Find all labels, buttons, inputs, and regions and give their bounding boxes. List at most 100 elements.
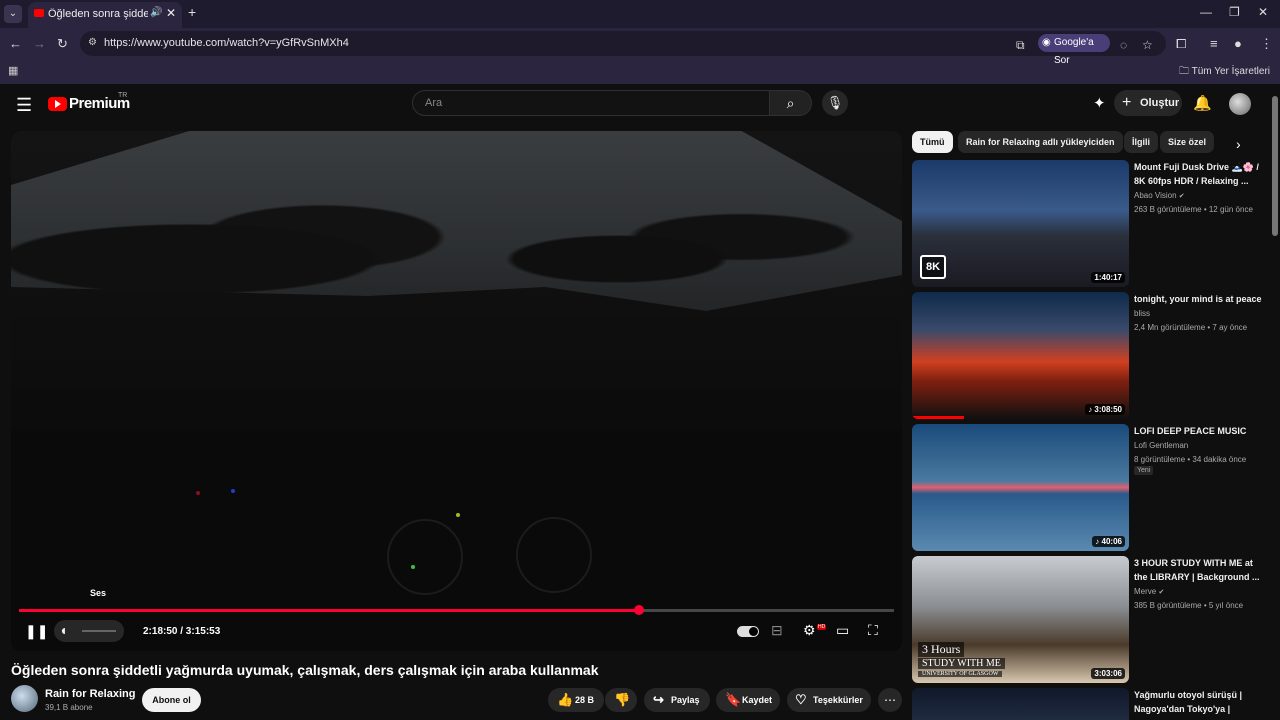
all-bookmarks-label: Tüm Yer İşaretleri	[1191, 66, 1270, 77]
apps-grid-icon[interactable]: ▦	[8, 64, 18, 77]
url-text: https://www.youtube.com/watch?v=yGfRvSnM…	[104, 37, 349, 49]
dash-light	[411, 565, 415, 569]
back-icon[interactable]: ←	[9, 36, 22, 51]
profile-icon[interactable]: ●	[1234, 36, 1242, 51]
video-title: Öğleden sonra şiddetli yağmurda uyumak, …	[11, 662, 599, 678]
subscribe-button[interactable]: Abone ol	[142, 688, 201, 712]
minimize-icon[interactable]: —	[1200, 5, 1212, 19]
duration-badge: 1:40:17	[1091, 272, 1125, 283]
duration-badge: ♪ 40:06	[1092, 536, 1125, 547]
like-button[interactable]: 👍 28 B	[548, 688, 604, 712]
browser-tab[interactable]: Öğleden sonra şiddetli yağ 🔊 ✕	[28, 2, 182, 28]
channel-label: Merve	[1134, 587, 1157, 596]
age-label: 5 yıl önce	[1208, 601, 1244, 610]
chip-all[interactable]: Tümü	[912, 131, 953, 153]
cast-icon[interactable]: ⧉	[1016, 38, 1025, 53]
chip-from-uploader[interactable]: Rain for Relaxing adlı yükleyiciden	[958, 131, 1123, 153]
hamburger-menu-icon[interactable]: ☰	[16, 95, 32, 116]
video-thumbnail[interactable]: 3 Hours STUDY WITH ME UNIVERSITY OF GLAS…	[912, 556, 1129, 683]
volume-control[interactable]: ◖	[54, 620, 124, 642]
channel-avatar[interactable]	[11, 685, 38, 712]
thanks-label: Teşekkürler	[813, 695, 863, 705]
chip-related[interactable]: İlgili	[1124, 131, 1158, 153]
channel-name[interactable]: Rain for Relaxing	[45, 688, 135, 700]
recommendation-title[interactable]: Mount Fuji Dusk Drive 🗻🌸 / 8K 60fps HDR …	[1134, 160, 1262, 188]
bookmark-star-icon[interactable]: ☆	[1142, 38, 1153, 52]
thumbnail-text: STUDY WITH ME	[918, 658, 1005, 669]
duration-badge: ♪ 3:08:50	[1085, 404, 1125, 415]
site-info-icon[interactable]: ⚙	[88, 37, 100, 49]
dash-light	[196, 491, 200, 495]
forward-icon[interactable]: →	[33, 36, 46, 51]
super-thanks-icon: ♡	[795, 692, 807, 707]
pause-icon[interactable]: ❚❚	[25, 623, 48, 640]
volume-slider[interactable]	[82, 630, 116, 632]
premium-logo-icon[interactable]: ✦	[1093, 94, 1106, 112]
search-button[interactable]: ⌕	[770, 90, 812, 116]
recommendation-title[interactable]: 3 HOUR STUDY WITH ME at the LIBRARY | Ba…	[1134, 556, 1262, 584]
views-label: 8 görüntüleme	[1134, 455, 1186, 464]
duration-text: 40:06	[1101, 537, 1122, 546]
theater-mode-icon[interactable]: ▭	[836, 622, 849, 639]
reload-icon[interactable]: ↻	[57, 36, 68, 52]
volume-icon[interactable]: ◖	[59, 622, 67, 638]
recommendation-title[interactable]: Yağmurlu otoyol sürüşü | Nagoya'dan Toky…	[1134, 688, 1262, 716]
thumbnail-text: 3 Hours	[918, 642, 965, 657]
verified-icon: ✔	[1158, 589, 1165, 596]
restore-icon[interactable]: ❐	[1229, 5, 1240, 19]
create-button[interactable]: + Oluştur	[1114, 90, 1182, 116]
speedometer-gauge	[387, 519, 463, 595]
share-label: Paylaş	[671, 695, 700, 705]
notifications-bell-icon[interactable]: 🔔	[1193, 94, 1212, 112]
subtitles-icon[interactable]: ⊟	[771, 622, 783, 639]
voice-search-button[interactable]: 🎙	[822, 90, 848, 116]
views-label: 2,4 Mn görüntüleme	[1134, 323, 1206, 332]
menu-dots-icon[interactable]: ⋮	[1260, 36, 1273, 52]
tachometer-gauge	[516, 517, 592, 593]
sidebar-scrollbar[interactable]	[1272, 96, 1278, 236]
dislike-button[interactable]: 👎	[605, 688, 637, 712]
media-control-icon[interactable]: ≡	[1210, 36, 1218, 51]
account-avatar[interactable]	[1229, 93, 1251, 115]
video-thumbnail[interactable]: ♪ 3:08:50	[912, 292, 1129, 419]
views-label: 263 B görüntüleme	[1134, 205, 1202, 214]
recommendation-channel: bliss	[1134, 309, 1151, 318]
close-window-icon[interactable]: ✕	[1258, 5, 1268, 19]
quality-badge: HD	[817, 624, 827, 630]
video-thumbnail[interactable]	[912, 688, 1129, 720]
tab-title: Öğleden sonra şiddetli yağ	[48, 8, 148, 20]
more-actions-button[interactable]: ⋯	[878, 688, 902, 712]
google-ask-button[interactable]: ◉ Google'a Sor	[1038, 34, 1110, 66]
eye-off-icon[interactable]: ◌	[1120, 38, 1127, 52]
recommendation-channel: Abao Vision ✔	[1134, 191, 1185, 200]
search-icon: ⌕	[786, 95, 795, 111]
age-label: 34 dakika önce	[1192, 455, 1247, 464]
address-bar[interactable]: ⚙ https://www.youtube.com/watch?v=yGfRvS…	[80, 31, 1166, 66]
settings-gear-icon[interactable]: ⚙	[803, 622, 816, 639]
thanks-button[interactable]: ♡ Teşekkürler	[787, 688, 871, 712]
youtube-favicon-icon	[34, 9, 44, 17]
video-thumbnail[interactable]: ♪ 40:06	[912, 424, 1129, 551]
channel-label: Abao Vision	[1134, 191, 1177, 200]
speaker-icon[interactable]: 🔊	[150, 7, 162, 18]
youtube-play-logo-icon	[48, 97, 67, 111]
chevron-right-icon[interactable]: ›	[1236, 136, 1241, 152]
video-player[interactable]	[11, 131, 902, 651]
fullscreen-icon[interactable]: ⛶	[868, 622, 878, 639]
tab-search-button[interactable]: ⌄	[4, 5, 22, 23]
autoplay-toggle[interactable]	[737, 626, 759, 637]
save-button[interactable]: 🔖 Kaydet	[716, 688, 780, 712]
recommendation-title[interactable]: tonight, your mind is at peace	[1134, 292, 1262, 306]
thumbnail-text: UNIVERSITY OF GLASGOW	[918, 671, 1003, 677]
extensions-icon[interactable]: ⧠	[1176, 36, 1186, 52]
video-frame	[11, 131, 902, 651]
all-bookmarks-button[interactable]: 🗀 Tüm Yer İşaretleri	[1179, 64, 1270, 81]
search-input[interactable]: Ara	[412, 90, 770, 116]
more-dots-icon: ⋯	[884, 693, 896, 707]
chip-for-you[interactable]: Size özel	[1160, 131, 1215, 153]
share-button[interactable]: ↪ Paylaş	[644, 688, 710, 712]
recommendation-title[interactable]: LOFI DEEP PEACE MUSIC	[1134, 424, 1262, 438]
close-tab-icon[interactable]: ✕	[166, 6, 176, 20]
video-thumbnail[interactable]: 8K 1:40:17	[912, 160, 1129, 287]
new-tab-button[interactable]: +	[188, 4, 196, 20]
